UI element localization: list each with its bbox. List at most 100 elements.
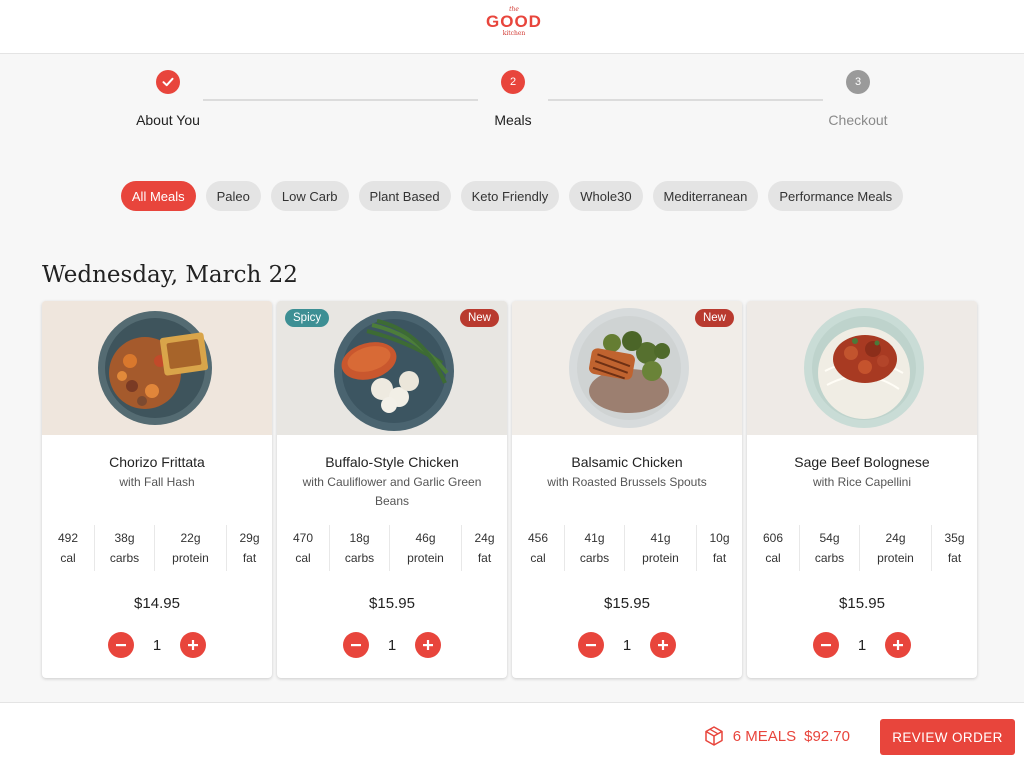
filter-performance-meals[interactable]: Performance Meals xyxy=(768,181,904,211)
step-label-about-you[interactable]: About You xyxy=(98,112,238,128)
nutrition-fat: 24g fat xyxy=(461,525,507,571)
fat-value: 10g xyxy=(709,531,730,545)
carbs-unit: carbs xyxy=(109,551,140,565)
meal-name: Balsamic Chicken xyxy=(571,454,683,470)
carbs-unit: carbs xyxy=(814,551,845,565)
nutrition-facts: 470 cal 18g carbs 46g protein 24g fat xyxy=(277,525,507,571)
nutrition-fat: 35g fat xyxy=(931,525,977,571)
decrease-quantity-button[interactable] xyxy=(108,632,134,658)
logo-tagline-bottom: kitchen xyxy=(502,30,526,37)
carbs-unit: carbs xyxy=(344,551,375,565)
filter-all-meals[interactable]: All Meals xyxy=(120,181,196,211)
new-badge: New xyxy=(694,309,734,327)
quantity-value: 1 xyxy=(622,636,632,654)
fat-value: 29g xyxy=(239,531,260,545)
nutrition-facts: 456 cal 41g carbs 41g protein 10g fat xyxy=(512,525,742,571)
nutrition-carbs: 41g carbs xyxy=(564,525,624,571)
top-header: the GOOD kitchen xyxy=(0,0,1024,54)
protein-value: 41g xyxy=(650,531,671,545)
calories-unit: cal xyxy=(295,551,311,565)
decrease-quantity-button[interactable] xyxy=(578,632,604,658)
minus-icon xyxy=(351,644,361,647)
minus-icon xyxy=(821,644,831,647)
nutrition-calories: 492 cal xyxy=(42,525,94,571)
cart-total: $92.70 xyxy=(804,727,850,745)
nutrition-calories: 606 cal xyxy=(747,525,799,571)
carbs-unit: carbs xyxy=(579,551,610,565)
nutrition-fat: 29g fat xyxy=(226,525,272,571)
decrease-quantity-button[interactable] xyxy=(813,632,839,658)
step-1-marker[interactable] xyxy=(156,70,180,94)
plus-icon xyxy=(188,640,198,650)
increase-quantity-button[interactable] xyxy=(415,632,441,658)
check-icon xyxy=(162,77,174,87)
meal-photo[interactable] xyxy=(42,301,272,435)
calories-unit: cal xyxy=(530,551,546,565)
filter-low-carb[interactable]: Low Carb xyxy=(270,181,349,211)
step-label-checkout: Checkout xyxy=(828,112,888,128)
meal-name: Buffalo-Style Chicken xyxy=(325,454,459,470)
meal-price: $15.95 xyxy=(369,595,415,612)
box-icon xyxy=(704,726,723,746)
nutrition-fat: 10g fat xyxy=(696,525,742,571)
increase-quantity-button[interactable] xyxy=(650,632,676,658)
nutrition-facts: 606 cal 54g carbs 24g protein 35g fat xyxy=(747,525,977,571)
calories-value: 456 xyxy=(527,531,549,545)
plus-icon xyxy=(423,640,433,650)
new-badge: New xyxy=(459,309,499,327)
meal-subtitle: with Cauliflower and Garlic Green Beans xyxy=(302,475,482,508)
logo-name: GOOD xyxy=(486,12,542,31)
meal-price: $15.95 xyxy=(839,595,885,612)
nutrition-protein: 46g protein xyxy=(389,525,461,571)
brand-logo[interactable]: the GOOD kitchen xyxy=(484,6,544,46)
step-connector xyxy=(548,99,823,101)
plus-icon xyxy=(658,640,668,650)
nutrition-carbs: 18g carbs xyxy=(329,525,389,571)
carbs-value: 54g xyxy=(819,531,840,545)
step-3-marker: 3 xyxy=(846,70,870,94)
fat-unit: fat xyxy=(947,551,962,565)
meal-name: Chorizo Frittata xyxy=(109,454,205,470)
fat-value: 24g xyxy=(474,531,495,545)
cart-summary[interactable]: 6 MEALS $92.70 xyxy=(703,725,850,747)
calories-value: 470 xyxy=(292,531,314,545)
calories-unit: cal xyxy=(60,551,76,565)
filter-keto-friendly[interactable]: Keto Friendly xyxy=(460,181,560,211)
meal-card-list: Chorizo Frittata with Fall Hash 492 cal 3… xyxy=(42,301,977,678)
protein-unit: protein xyxy=(642,551,679,565)
quantity-stepper: 1 xyxy=(108,632,206,658)
fat-unit: fat xyxy=(712,551,727,565)
delivery-date-heading: Wednesday, March 22 xyxy=(42,262,298,288)
meal-photo[interactable] xyxy=(747,301,977,435)
fat-value: 35g xyxy=(944,531,965,545)
protein-value: 22g xyxy=(180,531,201,545)
step-label-meals[interactable]: Meals xyxy=(443,112,583,128)
filter-mediterranean[interactable]: Mediterranean xyxy=(652,181,759,211)
diet-filter-bar: All Meals Paleo Low Carb Plant Based Ket… xyxy=(0,181,1024,211)
meal-photo[interactable]: Spicy New xyxy=(277,301,507,435)
nutrition-protein: 24g protein xyxy=(859,525,931,571)
carbs-value: 41g xyxy=(584,531,605,545)
calories-value: 606 xyxy=(762,531,784,545)
carbs-value: 38g xyxy=(114,531,135,545)
calories-unit: cal xyxy=(765,551,781,565)
spicy-badge: Spicy xyxy=(285,309,330,327)
step-2-marker[interactable]: 2 xyxy=(501,70,525,94)
meal-subtitle: with Rice Capellini xyxy=(812,475,912,489)
meal-card: Sage Beef Bolognese with Rice Capellini … xyxy=(747,301,977,678)
cart-meal-count: 6 MEALS xyxy=(732,727,797,745)
review-order-button[interactable]: REVIEW ORDER xyxy=(880,719,1015,755)
increase-quantity-button[interactable] xyxy=(180,632,206,658)
decrease-quantity-button[interactable] xyxy=(343,632,369,658)
filter-paleo[interactable]: Paleo xyxy=(205,181,261,211)
quantity-stepper: 1 xyxy=(343,632,441,658)
protein-value: 24g xyxy=(885,531,906,545)
increase-quantity-button[interactable] xyxy=(885,632,911,658)
minus-icon xyxy=(586,644,596,647)
quantity-stepper: 1 xyxy=(578,632,676,658)
filter-whole30[interactable]: Whole30 xyxy=(569,181,643,211)
filter-plant-based[interactable]: Plant Based xyxy=(358,181,451,211)
meal-photo[interactable]: New xyxy=(512,301,742,435)
meal-card: New Balsamic Chicken with Roasted Brusse… xyxy=(512,301,742,678)
quantity-value: 1 xyxy=(152,636,162,654)
